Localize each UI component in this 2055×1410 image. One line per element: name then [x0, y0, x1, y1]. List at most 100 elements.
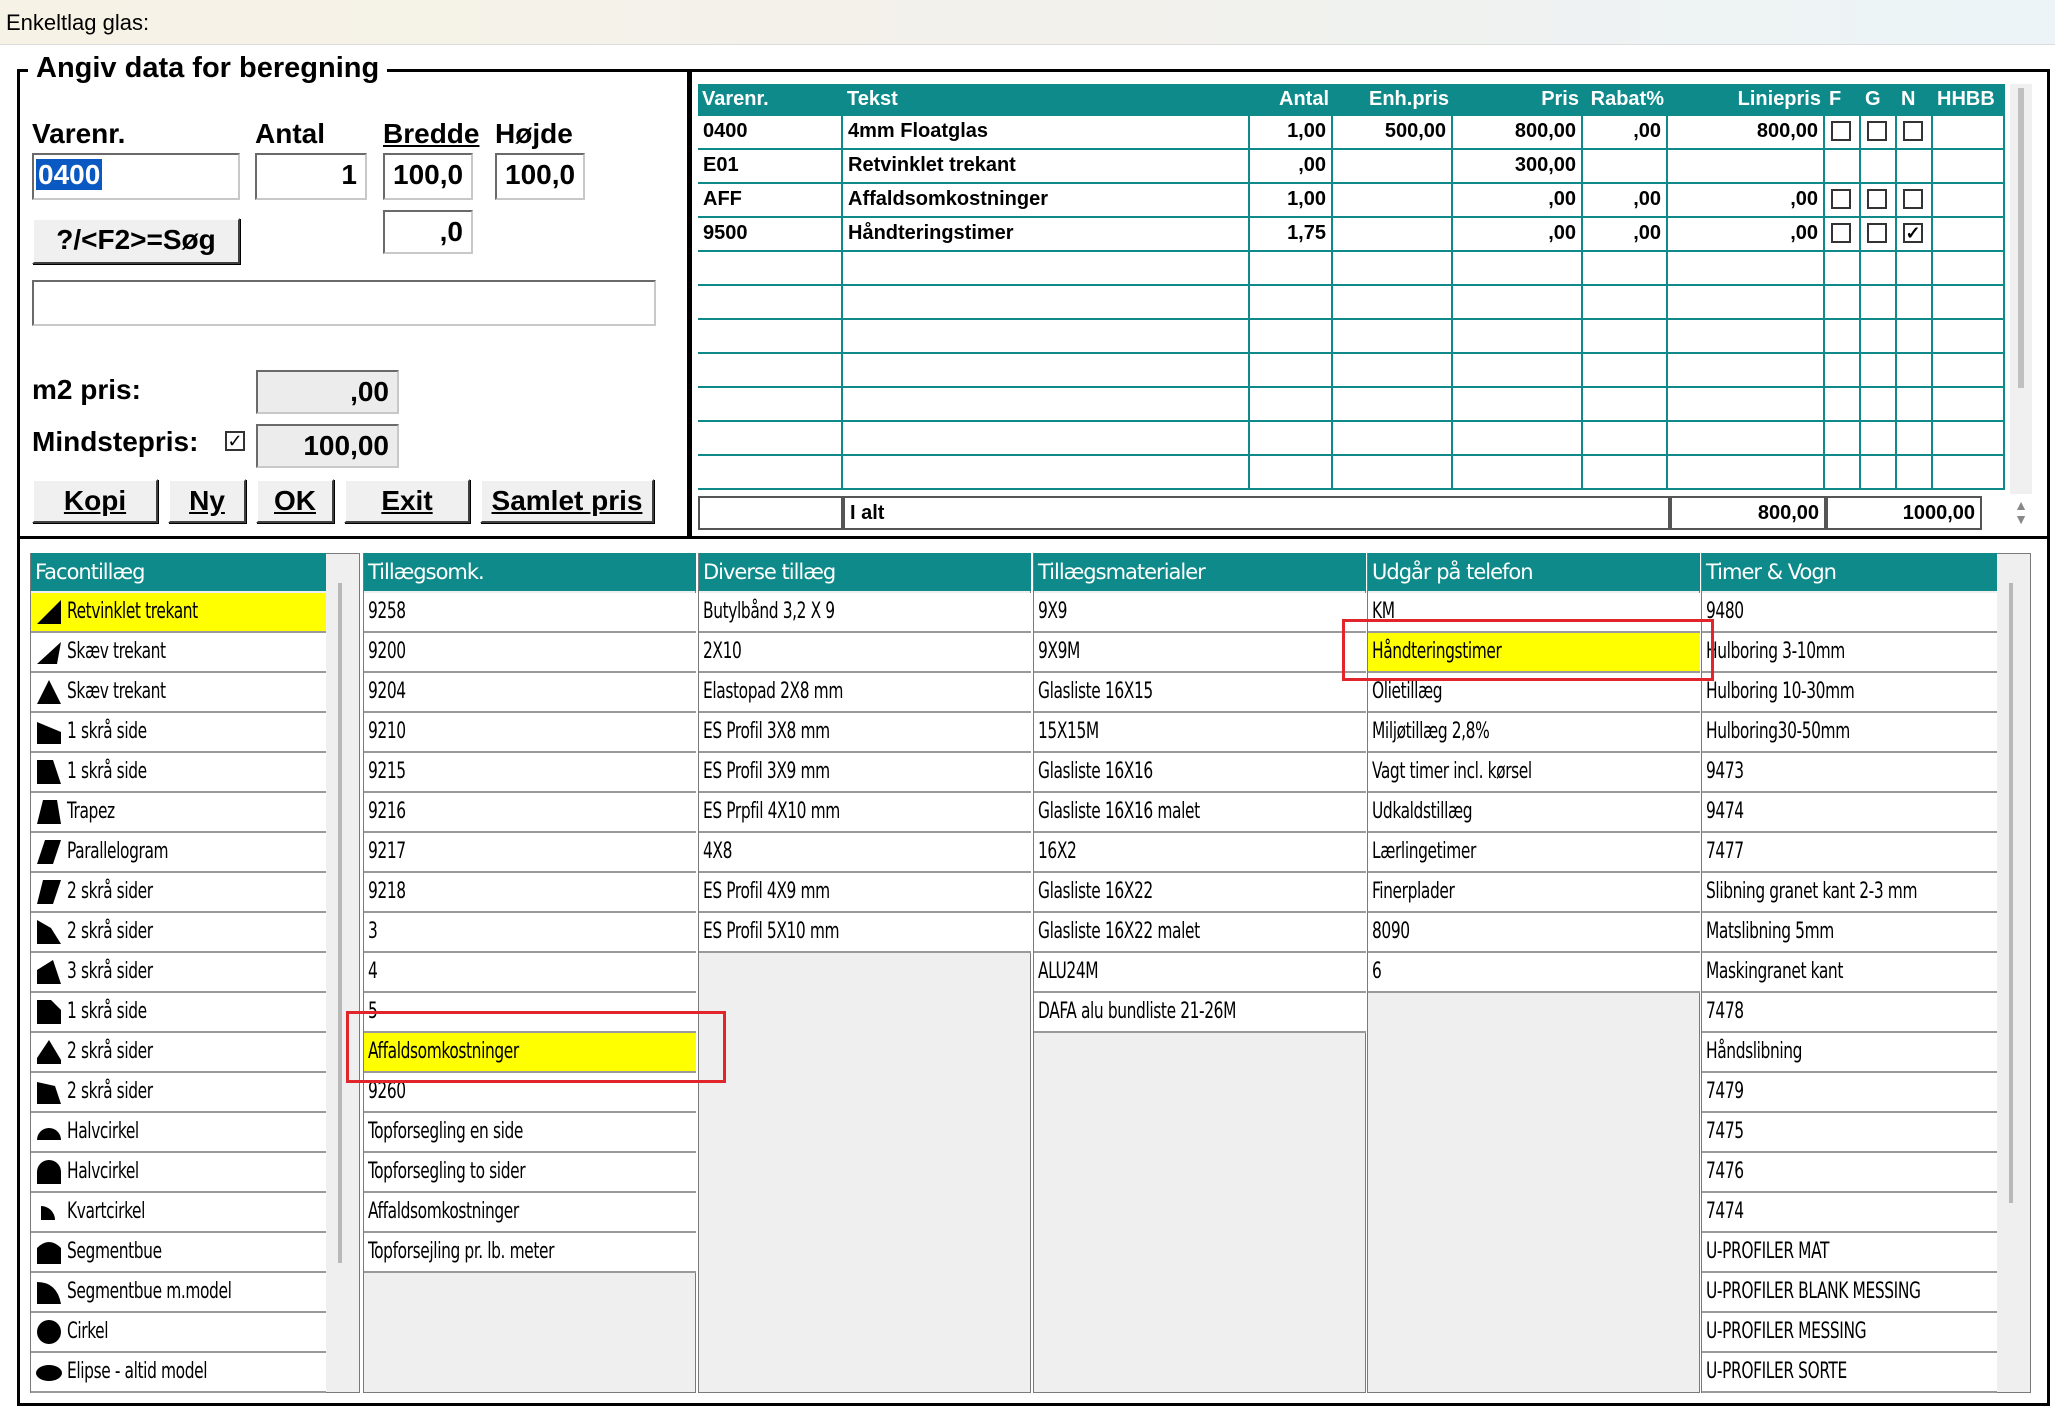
list-item[interactable]: 9218	[364, 873, 696, 913]
grid-cell-g[interactable]	[1861, 388, 1897, 422]
list-item[interactable]: Elastopad 2X8 mm	[699, 673, 1031, 713]
list-item[interactable]: Håndslibning	[1702, 1033, 1997, 1073]
grid-cell-hhbb[interactable]	[1933, 218, 2005, 252]
grid-cell-g[interactable]	[1861, 320, 1897, 354]
grid-cell-enhpris[interactable]	[1333, 150, 1453, 184]
list-item[interactable]: 7476	[1702, 1153, 1997, 1193]
list-item[interactable]: 9258	[364, 593, 696, 633]
samlet-pris-button[interactable]: Samlet pris	[480, 479, 654, 523]
list-item[interactable]: Segmentbue m.model	[31, 1273, 326, 1313]
grid-cell-g[interactable]	[1861, 286, 1897, 320]
grid-cell-f[interactable]	[1825, 150, 1861, 184]
grid-cell-liniepris[interactable]	[1668, 388, 1825, 422]
grid-cell-antal[interactable]	[1250, 422, 1333, 456]
bredde-input[interactable]: 100,0	[383, 153, 473, 200]
grid-cell-pris[interactable]: 300,00	[1453, 150, 1583, 184]
exit-button[interactable]: Exit	[344, 479, 470, 523]
list-item[interactable]: Udkaldstillæg	[1368, 793, 1700, 833]
grid-cell-pris[interactable]	[1453, 252, 1583, 286]
grid-cell-tekst[interactable]	[843, 456, 1250, 490]
grid-cell-antal[interactable]	[1250, 354, 1333, 388]
list-item[interactable]: 2 skrå sider	[31, 913, 326, 953]
grid-cell-varenr[interactable]: 9500	[698, 218, 843, 252]
grid-cell-f[interactable]	[1825, 218, 1861, 252]
list-item[interactable]: U-PROFILER SORTE	[1702, 1353, 1997, 1393]
grid-cell-tekst[interactable]: Affaldsomkostninger	[843, 184, 1250, 218]
list-item[interactable]: 7474	[1702, 1193, 1997, 1233]
grid-cell-liniepris[interactable]: 800,00	[1668, 116, 1825, 150]
grid-cell-enhpris[interactable]	[1333, 252, 1453, 286]
order-grid-scroll-thumb[interactable]	[2018, 88, 2024, 388]
grid-cell-rabat[interactable]	[1583, 388, 1668, 422]
grid-cell-antal[interactable]: 1,00	[1250, 184, 1333, 218]
grid-checkbox-g[interactable]	[1867, 121, 1887, 141]
grid-cell-varenr[interactable]	[698, 422, 843, 456]
list-item[interactable]: Glasliste 16X16 malet	[1034, 793, 1366, 833]
list-item[interactable]: 9480	[1702, 593, 1997, 633]
grid-cell-rabat[interactable]: ,00	[1583, 184, 1668, 218]
grid-cell-hhbb[interactable]	[1933, 252, 2005, 286]
list-item[interactable]: ES Profil 3X9 mm	[699, 753, 1031, 793]
grid-cell-pris[interactable]	[1453, 354, 1583, 388]
grid-cell-hhbb[interactable]	[1933, 388, 2005, 422]
grid-header-f[interactable]: F	[1825, 84, 1861, 116]
list-item[interactable]: 7478	[1702, 993, 1997, 1033]
list-item[interactable]: Elipse - altid model	[31, 1353, 326, 1393]
list-item[interactable]: 9215	[364, 753, 696, 793]
list-item[interactable]: 2 skrå sider	[31, 1073, 326, 1113]
list-item[interactable]: Trapez	[31, 793, 326, 833]
grid-cell-antal[interactable]	[1250, 286, 1333, 320]
grid-cell-enhpris[interactable]	[1333, 320, 1453, 354]
list-item[interactable]: Hulboring 3-10mm	[1702, 633, 1997, 673]
grid-cell-n[interactable]	[1897, 150, 1933, 184]
grid-cell-n[interactable]	[1897, 286, 1933, 320]
list-item[interactable]: 9200	[364, 633, 696, 673]
list-item[interactable]: Finerplader	[1368, 873, 1700, 913]
list-item[interactable]: Hulboring30-50mm	[1702, 713, 1997, 753]
grid-cell-antal[interactable]	[1250, 252, 1333, 286]
grid-cell-liniepris[interactable]: ,00	[1668, 184, 1825, 218]
grid-cell-liniepris[interactable]	[1668, 320, 1825, 354]
list-item[interactable]: Glasliste 16X22	[1034, 873, 1366, 913]
grid-cell-f[interactable]	[1825, 184, 1861, 218]
list-item[interactable]: Parallelogram	[31, 833, 326, 873]
grid-cell-pris[interactable]: ,00	[1453, 184, 1583, 218]
grid-cell-tekst[interactable]	[843, 422, 1250, 456]
grid-cell-antal[interactable]: 1,75	[1250, 218, 1333, 252]
list-item[interactable]: Miljøtillæg 2,8%	[1368, 713, 1700, 753]
grid-checkbox-n[interactable]: ✓	[1903, 223, 1923, 243]
grid-cell-pris[interactable]: ,00	[1453, 218, 1583, 252]
hojde-input[interactable]: 100,0	[495, 153, 585, 200]
varenr-input[interactable]: 0400	[32, 153, 240, 200]
list-scrollbar-5[interactable]	[2005, 583, 2019, 1203]
grid-cell-f[interactable]	[1825, 286, 1861, 320]
list-item[interactable]: Maskingranet kant	[1702, 953, 1997, 993]
list-item[interactable]: ES Profil 3X8 mm	[699, 713, 1031, 753]
list-item[interactable]: Glasliste 16X16	[1034, 753, 1366, 793]
list-item[interactable]: 2X10	[699, 633, 1031, 673]
grid-header-hhbb[interactable]: HHBB	[1933, 84, 2005, 116]
grid-cell-n[interactable]	[1897, 252, 1933, 286]
list-item[interactable]: Slibning granet kant 2-3 mm	[1702, 873, 1997, 913]
grid-cell-n[interactable]	[1897, 354, 1933, 388]
grid-checkbox-n[interactable]	[1903, 189, 1923, 209]
grid-cell-n[interactable]	[1897, 388, 1933, 422]
grid-checkbox-g[interactable]	[1867, 189, 1887, 209]
grid-cell-liniepris[interactable]	[1668, 286, 1825, 320]
grid-cell-f[interactable]	[1825, 388, 1861, 422]
list-item[interactable]: 4X8	[699, 833, 1031, 873]
list-item[interactable]: Halvcirkel	[31, 1153, 326, 1193]
grid-cell-tekst[interactable]: Håndteringstimer	[843, 218, 1250, 252]
grid-cell-enhpris[interactable]	[1333, 422, 1453, 456]
grid-cell-f[interactable]	[1825, 422, 1861, 456]
grid-header-pris[interactable]: Pris	[1453, 84, 1583, 116]
list-item[interactable]: Topforsegling en side	[364, 1113, 696, 1153]
list-item[interactable]: Skæv trekant	[31, 633, 326, 673]
list-scroll-thumb-5[interactable]	[2009, 583, 2013, 1203]
grid-header-tekst[interactable]: Tekst	[843, 84, 1250, 116]
list-item[interactable]: 1 skrå side	[31, 993, 326, 1033]
grid-cell-f[interactable]	[1825, 116, 1861, 150]
grid-cell-liniepris[interactable]: ,00	[1668, 218, 1825, 252]
list-item[interactable]: 7475	[1702, 1113, 1997, 1153]
list-item[interactable]: Glasliste 16X15	[1034, 673, 1366, 713]
